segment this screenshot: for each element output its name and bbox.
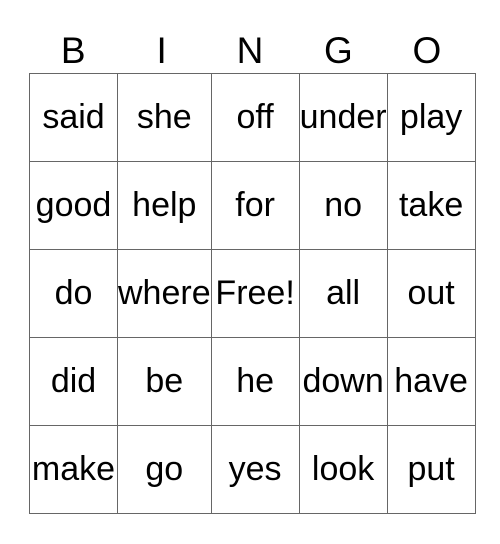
bingo-cell[interactable]: put (386, 425, 476, 514)
bingo-cell[interactable]: off (210, 73, 300, 162)
header-letter-g: G (324, 30, 353, 71)
bingo-cell[interactable]: yes (210, 425, 300, 514)
header-letter-o: O (412, 30, 442, 71)
bingo-cell[interactable]: make (29, 425, 118, 514)
header-letter-i: I (156, 30, 167, 71)
grid-row: make go yes look put (29, 425, 476, 514)
bingo-cell[interactable]: have (386, 337, 476, 426)
bingo-grid: said she off under play good help for no… (29, 73, 476, 514)
header-letter-b: B (60, 30, 86, 71)
bingo-cell[interactable]: no (298, 161, 388, 250)
grid-row: good help for no take (29, 161, 476, 250)
bingo-cell[interactable]: for (210, 161, 300, 250)
free-space-cell[interactable]: Free! (210, 249, 300, 338)
bingo-cell[interactable]: said (29, 73, 118, 162)
bingo-cell[interactable]: down (298, 337, 388, 426)
bingo-cell[interactable]: out (386, 249, 476, 338)
bingo-cell[interactable]: go (117, 425, 212, 514)
bingo-cell[interactable]: be (117, 337, 212, 426)
grid-row: do where Free! all out (29, 249, 476, 338)
bingo-cell[interactable]: do (29, 249, 118, 338)
bingo-cell[interactable]: where (117, 249, 212, 338)
bingo-cell[interactable]: help (117, 161, 212, 250)
bingo-cell[interactable]: good (29, 161, 118, 250)
bingo-cell[interactable]: did (29, 337, 118, 426)
grid-row: did be he down have (29, 337, 476, 426)
bingo-cell[interactable]: take (386, 161, 476, 250)
bingo-cell[interactable]: look (298, 425, 388, 514)
bingo-cell[interactable]: she (117, 73, 212, 162)
bingo-cell[interactable]: he (210, 337, 300, 426)
header-letter-n: N (236, 30, 264, 71)
bingo-cell[interactable]: under (298, 73, 388, 162)
bingo-header: B I N G O (29, 30, 471, 72)
grid-row: said she off under play (29, 73, 476, 162)
bingo-cell[interactable]: play (386, 73, 476, 162)
bingo-cell[interactable]: all (298, 249, 388, 338)
